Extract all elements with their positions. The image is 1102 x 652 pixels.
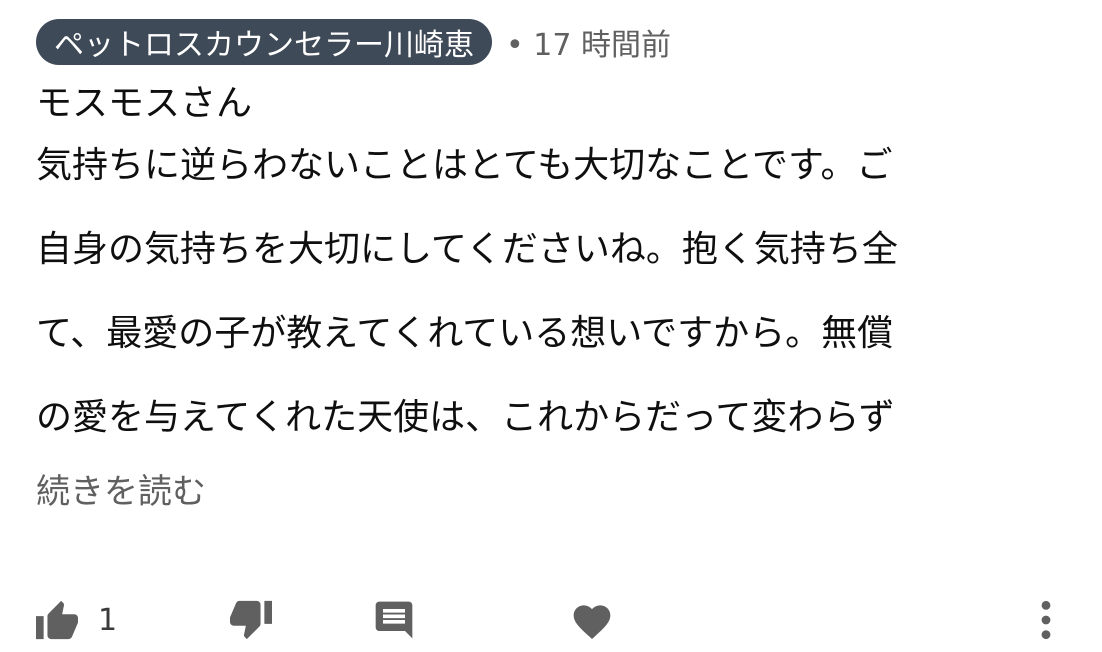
more-options-button[interactable] — [1032, 592, 1060, 648]
author-name: ペットロスカウンセラー川崎恵 — [54, 28, 474, 63]
dislike-button[interactable] — [228, 592, 274, 648]
like-button[interactable]: 1 — [34, 592, 117, 648]
heart-button[interactable] — [570, 592, 614, 648]
comment-timestamp: • 17 時間前 — [506, 28, 671, 63]
thumbs-down-icon — [228, 599, 274, 641]
comment-body-line: て、最愛の子が教えてくれている想いですから。無償 — [36, 313, 894, 354]
like-count: 1 — [98, 602, 118, 638]
comment: ペットロスカウンセラー川崎恵 • 17 時間前 モスモスさん 気持ちに逆らわない… — [36, 16, 1066, 513]
more-vertical-icon — [1032, 598, 1060, 642]
heart-icon — [570, 599, 614, 641]
comment-action-bar: 1 — [34, 592, 1064, 648]
author-chip[interactable]: ペットロスカウンセラー川崎恵 — [36, 19, 492, 65]
comment-body-line: 自身の気持ちを大切にしてくださいね。抱く気持ち全 — [36, 229, 898, 270]
thumbs-up-icon — [34, 599, 80, 641]
comment-body-line: 気持ちに逆らわないことはとても大切なことです。ご — [36, 145, 893, 186]
comment-body-line: の愛を与えてくれた天使は、これからだって変わらず — [36, 397, 895, 438]
comment-header: ペットロスカウンセラー川崎恵 • 17 時間前 — [36, 16, 1066, 68]
reply-button[interactable] — [372, 592, 416, 648]
read-more-link[interactable]: 続きを読む — [36, 464, 1066, 513]
comment-icon — [372, 598, 416, 642]
comment-body: 気持ちに逆らわないことはとても大切なことです。ご 自身の気持ちを大切にしてくださ… — [36, 124, 1066, 460]
comment-salutation: モスモスさん — [36, 83, 253, 124]
